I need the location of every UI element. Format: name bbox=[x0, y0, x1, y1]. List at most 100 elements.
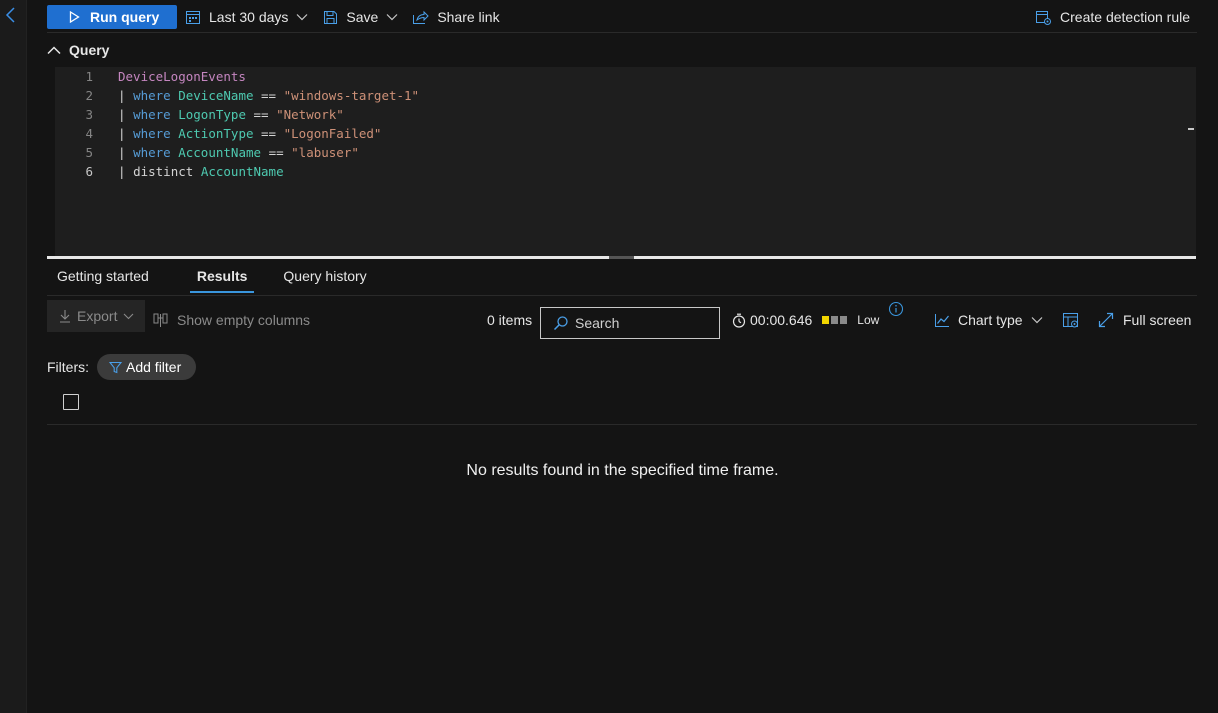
usage-bar-empty bbox=[840, 316, 848, 324]
resource-usage-label: Low bbox=[857, 313, 880, 327]
chart-type-dropdown[interactable]: Chart type bbox=[934, 300, 1043, 340]
keyword: where bbox=[133, 145, 171, 160]
tab-results[interactable]: Results bbox=[173, 264, 272, 296]
pipe-operator: | bbox=[118, 126, 126, 141]
calendar-settings-icon bbox=[1036, 10, 1052, 25]
code-line-active: 6 | distinct AccountName bbox=[55, 162, 1196, 181]
share-icon bbox=[413, 10, 430, 24]
column-settings-icon[interactable] bbox=[1062, 312, 1080, 329]
stopwatch-icon bbox=[732, 313, 746, 328]
keyword: distinct bbox=[133, 164, 194, 179]
code-text: | distinct AccountName bbox=[118, 164, 284, 179]
code-text: DeviceLogonEvents bbox=[118, 69, 246, 84]
pipe-operator: | bbox=[118, 88, 126, 103]
keyword: where bbox=[133, 88, 171, 103]
line-number: 6 bbox=[85, 164, 93, 179]
run-query-button[interactable]: Run query bbox=[47, 5, 177, 29]
export-button[interactable]: Export bbox=[47, 300, 145, 332]
search-placeholder: Search bbox=[575, 315, 620, 331]
line-number: 3 bbox=[85, 107, 93, 122]
calendar-icon bbox=[186, 11, 200, 24]
items-count: 0 items bbox=[487, 312, 533, 328]
results-tabs: Getting started Results Query history bbox=[47, 264, 1197, 296]
string-literal: "windows-target-1" bbox=[283, 88, 420, 103]
column-name: LogonType bbox=[178, 107, 246, 122]
filters-label: Filters: bbox=[47, 359, 89, 375]
info-icon[interactable] bbox=[888, 301, 904, 317]
operator: == bbox=[268, 145, 284, 160]
line-chart-icon bbox=[935, 313, 949, 327]
chevron-down-icon bbox=[296, 14, 308, 21]
share-link-label: Share link bbox=[437, 9, 500, 25]
empty-results-message: No results found in the specified time f… bbox=[466, 462, 779, 479]
operator: == bbox=[261, 126, 277, 141]
create-detection-rule-label: Create detection rule bbox=[1060, 9, 1190, 25]
tab-getting-started[interactable]: Getting started bbox=[47, 264, 159, 296]
filters-bar: Filters: Add filter bbox=[47, 354, 197, 380]
save-icon bbox=[324, 10, 338, 24]
share-link-button[interactable]: Share link bbox=[412, 5, 500, 29]
column-name: AccountName bbox=[178, 145, 262, 160]
results-toolbar: Export Show empty columns 0 items Search… bbox=[47, 300, 1197, 340]
query-section-toggle[interactable]: Query bbox=[47, 42, 109, 58]
column-hide-icon bbox=[153, 313, 168, 327]
download-icon bbox=[60, 310, 70, 323]
code-text: | where AccountName == "labuser" bbox=[118, 145, 359, 160]
results-grid-header-divider bbox=[47, 424, 1197, 425]
full-screen-button[interactable]: Full screen bbox=[1098, 300, 1191, 340]
code-line: 1 DeviceLogonEvents bbox=[55, 67, 1196, 86]
export-label: Export bbox=[77, 308, 118, 324]
query-section-title: Query bbox=[69, 42, 110, 58]
elapsed-time: 00:00.646 bbox=[750, 312, 813, 328]
chevron-down-icon bbox=[124, 313, 134, 319]
toolbar-divider bbox=[47, 32, 1197, 33]
filter-icon bbox=[109, 361, 122, 373]
show-empty-columns-toggle[interactable]: Show empty columns bbox=[153, 300, 310, 340]
select-all-checkbox[interactable] bbox=[63, 394, 79, 410]
show-empty-columns-label: Show empty columns bbox=[177, 312, 311, 328]
usage-bar-empty bbox=[831, 316, 839, 324]
query-editor[interactable]: 1 DeviceLogonEvents 2 | where DeviceName… bbox=[55, 67, 1196, 256]
chevron-down-icon bbox=[386, 14, 398, 21]
query-toolbar: Run query Last 30 days Save Share link C… bbox=[47, 5, 1197, 29]
create-detection-rule-button[interactable]: Create detection rule bbox=[1035, 5, 1190, 29]
code-text: | where ActionType == "LogonFailed" bbox=[118, 126, 381, 141]
tab-label: Results bbox=[196, 268, 248, 284]
code-text: | where LogonType == "Network" bbox=[118, 107, 344, 122]
string-literal: "labuser" bbox=[291, 145, 359, 160]
search-icon bbox=[553, 316, 568, 331]
pipe-operator: | bbox=[118, 107, 126, 122]
time-range-dropdown[interactable]: Last 30 days bbox=[185, 5, 308, 29]
code-line: 5 | where AccountName == "labuser" bbox=[55, 143, 1196, 162]
chevron-left-icon[interactable] bbox=[4, 6, 18, 24]
keyword: where bbox=[133, 126, 171, 141]
code-text: | where DeviceName == "windows-target-1" bbox=[118, 88, 419, 103]
code-line: 4 | where ActionType == "LogonFailed" bbox=[55, 124, 1196, 143]
play-icon bbox=[69, 11, 80, 23]
results-search-input[interactable]: Search bbox=[540, 307, 720, 339]
splitter-grip[interactable] bbox=[609, 256, 634, 259]
column-name: DeviceName bbox=[178, 88, 254, 103]
usage-bar-filled bbox=[822, 316, 830, 324]
chevron-down-icon bbox=[1031, 317, 1043, 324]
chevron-up-icon bbox=[47, 45, 61, 54]
run-query-label: Run query bbox=[90, 9, 160, 25]
pipe-operator: | bbox=[118, 164, 126, 179]
advanced-hunting-panel: Run query Last 30 days Save Share link C… bbox=[27, 0, 1218, 713]
line-number: 5 bbox=[85, 145, 93, 160]
query-execution-stats: 00:00.646 Low bbox=[732, 300, 879, 340]
full-screen-label: Full screen bbox=[1123, 312, 1192, 328]
save-dropdown[interactable]: Save bbox=[323, 5, 398, 29]
tab-label: Query history bbox=[283, 268, 367, 284]
keyword: where bbox=[133, 107, 171, 122]
tab-query-history[interactable]: Query history bbox=[279, 264, 376, 296]
string-literal: "LogonFailed" bbox=[283, 126, 382, 141]
panel-splitter[interactable] bbox=[47, 256, 1196, 259]
line-number: 2 bbox=[85, 88, 93, 103]
editor-scroll-marker bbox=[1188, 128, 1194, 130]
code-line: 3 | where LogonType == "Network" bbox=[55, 105, 1196, 124]
chart-type-label: Chart type bbox=[958, 312, 1023, 328]
add-filter-button[interactable]: Add filter bbox=[97, 354, 197, 380]
operator: == bbox=[261, 88, 277, 103]
operator: == bbox=[253, 107, 269, 122]
